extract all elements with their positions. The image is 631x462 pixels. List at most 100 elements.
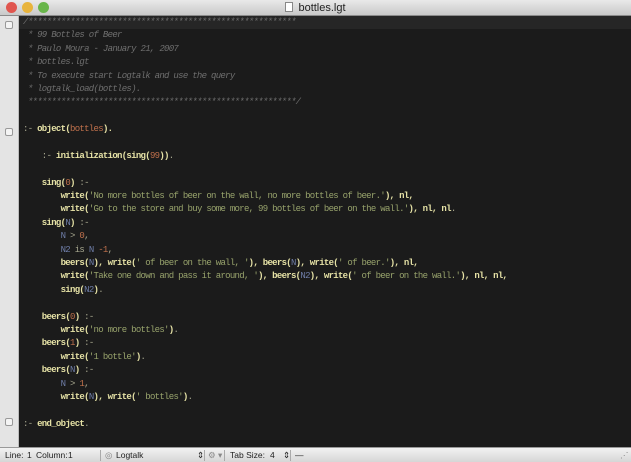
code-token: 'Take one down and pass it around, ' <box>88 271 259 282</box>
code-token: * logtalk_load(bottles). <box>23 83 142 94</box>
code-token: :- <box>23 150 56 161</box>
code-token: N2 <box>23 244 71 255</box>
code-line: * bottles.lgt <box>23 56 507 69</box>
code-line: /***************************************… <box>23 16 507 29</box>
code-token: initialization <box>55 150 123 161</box>
code-line: write('no more bottles'). <box>23 324 507 337</box>
code-editor[interactable]: /***************************************… <box>19 16 631 447</box>
code-token: ' of beer on the wall, ' <box>135 258 250 269</box>
code-token: N <box>23 378 66 389</box>
code-token: )) <box>159 150 169 161</box>
code-token: ), nl, <box>384 191 414 202</box>
code-token: ), nl, nl <box>408 204 452 215</box>
code-token: /***************************************… <box>23 17 296 27</box>
code-token: . <box>98 284 103 295</box>
code-token: sing <box>23 217 62 228</box>
zoom-button[interactable] <box>38 2 49 13</box>
code-token: is <box>70 244 89 255</box>
code-token: 99 <box>149 150 160 161</box>
code-line: write('1 bottle'). <box>23 351 507 364</box>
code-token: :- <box>23 124 38 135</box>
code-token: :- <box>74 217 89 228</box>
code-token: ), write( <box>93 258 137 269</box>
resize-grip-icon[interactable]: ⋰ <box>620 448 629 462</box>
code-line: beers(N), write(' of beer on the wall, '… <box>23 257 507 270</box>
fold-toggle-icon[interactable] <box>5 21 13 29</box>
code-token: :- <box>79 365 94 376</box>
code-token: :- <box>23 418 38 429</box>
code-area[interactable]: /***************************************… <box>23 16 508 431</box>
code-token: 'No more bottles of beer on the wall, no… <box>88 191 386 202</box>
fold-toggle-icon[interactable] <box>5 418 13 426</box>
code-line: sing(N) :- <box>23 217 507 230</box>
code-line: N > 0, <box>23 230 507 243</box>
code-token: beers <box>23 258 85 269</box>
language-select[interactable]: Logtalk <box>116 448 143 462</box>
title-bar: bottles.lgt <box>0 0 631 16</box>
code-line: beers(1) :- <box>23 337 507 350</box>
code-token: * Paulo Moura - January 21, 2007 <box>23 43 179 54</box>
code-line: beers(N) :- <box>23 364 507 377</box>
code-token: . <box>187 391 193 402</box>
code-line: * Paulo Moura - January 21, 2007 <box>23 43 507 56</box>
code-token: * bottles.lgt <box>23 57 90 68</box>
code-token: sing <box>23 284 81 295</box>
code-token: N <box>23 231 66 242</box>
code-token: bottles <box>70 124 104 135</box>
code-line: * 99 Bottles of Beer <box>23 29 507 42</box>
code-token: N2 <box>84 284 94 295</box>
code-token: beers <box>23 311 66 322</box>
code-line: ****************************************… <box>23 96 507 109</box>
code-token: > <box>65 378 80 389</box>
code-token: write <box>23 204 85 215</box>
code-token: ), nl, <box>389 258 419 269</box>
window-title: bottles.lgt <box>298 2 346 14</box>
minimize-button[interactable] <box>22 2 33 13</box>
gear-icon[interactable]: ⚙ ▾ <box>208 448 222 462</box>
column-number: 1 <box>68 450 73 460</box>
code-token: write <box>23 391 85 402</box>
code-token: :- <box>79 338 94 349</box>
code-token: -1 <box>93 244 108 255</box>
tab-size-value[interactable]: 4 <box>270 448 275 462</box>
code-line: :- initialization(sing(99)). <box>23 150 507 163</box>
code-token: , <box>107 244 113 255</box>
code-token: beers <box>23 338 66 349</box>
code-line: write('No more bottles of beer on the wa… <box>23 190 507 203</box>
code-token: * To execute start Logtalk and use the q… <box>23 70 236 81</box>
code-token: > <box>65 231 80 242</box>
code-token: write <box>23 324 85 335</box>
code-token: . <box>450 204 456 215</box>
code-token: ). <box>102 124 113 135</box>
code-token: ****************************************… <box>23 97 301 108</box>
line-label: Line: <box>5 450 24 460</box>
code-token: 'Go to the store and buy some more, 99 b… <box>88 204 409 215</box>
document-icon <box>285 2 294 12</box>
line-number: 1 <box>27 450 32 460</box>
window-controls <box>6 2 49 13</box>
code-token: end_object <box>37 418 85 429</box>
status-bar: Line: 1 Column: 1 ◎ Logtalk ⇕ ⚙ ▾ Tab Si… <box>0 447 631 462</box>
code-token: N2 <box>300 271 310 282</box>
code-token: , <box>84 378 89 389</box>
code-token: write <box>23 271 85 282</box>
code-token: :- <box>79 311 94 322</box>
close-button[interactable] <box>6 2 17 13</box>
gutter <box>0 16 19 447</box>
column-label: Column: <box>36 450 68 460</box>
code-token: ), nl, nl, <box>460 271 508 282</box>
code-token: sing <box>23 177 62 188</box>
code-token: . <box>168 150 174 161</box>
code-line: N > 1, <box>23 378 507 391</box>
code-line: write('Go to the store and buy some more… <box>23 203 507 216</box>
code-token: sing <box>126 150 146 161</box>
code-line: * logtalk_load(bottles). <box>23 83 507 96</box>
fold-toggle-icon[interactable] <box>5 128 13 136</box>
symbol-popup[interactable]: — <box>295 448 304 462</box>
code-line: sing(N2). <box>23 284 507 297</box>
code-line: beers(0) :- <box>23 311 507 324</box>
